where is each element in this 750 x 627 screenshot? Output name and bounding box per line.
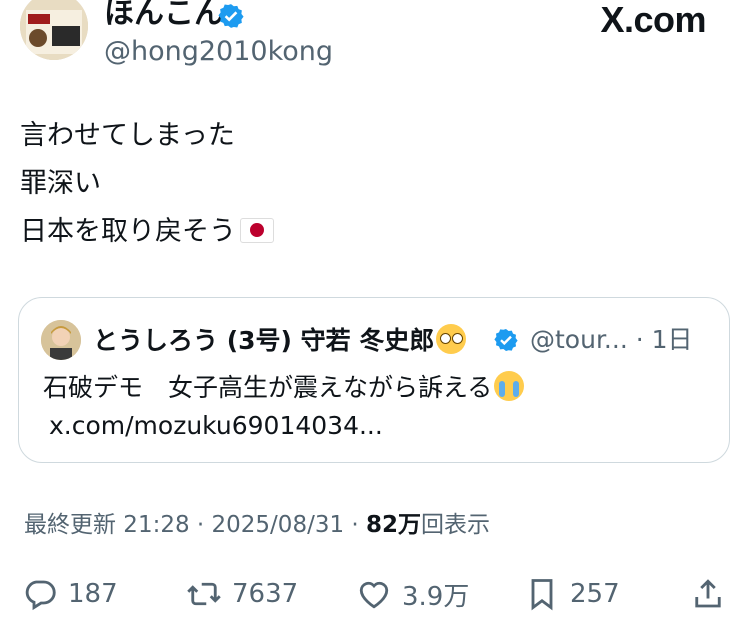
timestamp[interactable]: 最終更新 21:28 · 2025/08/31 · (24, 512, 366, 538)
quoted-tweet[interactable]: とうしろう (3号) 守若 冬史郎 @tour... · 1日 石破デモ 女子高… (18, 297, 730, 463)
x-com-logo: X.com (600, 0, 706, 40)
book-cover-avatar-image (20, 0, 88, 60)
quote-author-name[interactable]: とうしろう (3号) 守若 冬史郎 (93, 326, 434, 355)
repost-count: 7637 (232, 579, 299, 609)
x-logo-icon: X (600, 0, 624, 40)
loudly-crying-face-icon (494, 371, 525, 401)
heart-icon (359, 581, 389, 609)
views-label: 回表示 (421, 512, 491, 538)
like-button[interactable]: 3.9万 (356, 572, 469, 616)
quote-verified-badge-icon (494, 329, 518, 351)
like-count: 3.9万 (402, 581, 470, 612)
quote-author-name-line[interactable]: とうしろう (3号) 守若 冬史郎 (93, 324, 467, 357)
reply-icon (25, 580, 56, 611)
verified-badge-icon (218, 4, 244, 28)
bookmark-icon (531, 579, 553, 611)
author-avatar[interactable] (20, 0, 88, 60)
reply-count: 187 (68, 579, 118, 609)
quote-avatar-image (41, 320, 81, 360)
tweet-meta: 最終更新 21:28 · 2025/08/31 · 82万回表示 (24, 510, 490, 540)
views-count: 82万 (366, 512, 422, 538)
face-with-rolling-eyes-icon (436, 324, 467, 354)
action-bar: 187 7637 3.9万 257 (0, 572, 750, 616)
bookmark-button[interactable]: 257 (524, 572, 620, 616)
tweet-line: 日本を取り戻そう (20, 208, 274, 256)
share-button[interactable] (690, 572, 736, 616)
tweet-line: 罪深い (20, 168, 101, 199)
author-display-name[interactable]: ほんこん (104, 0, 224, 32)
repost-icon (187, 582, 221, 606)
quote-author-avatar[interactable] (41, 320, 81, 360)
quote-handle-time[interactable]: @tour... · 1日 (530, 324, 693, 356)
share-icon (695, 579, 721, 608)
repost-button[interactable]: 7637 (186, 572, 298, 616)
quote-link[interactable]: x.com/mozuku69014034... (49, 408, 383, 444)
tweet-text: 言わせてしまった 罪深い 日本を取り戻そう (20, 112, 274, 256)
author-handle[interactable]: @hong2010kong (104, 36, 333, 68)
japan-flag-icon (240, 218, 274, 243)
quote-text-line: 石破デモ 女子高生が震えながら訴える (43, 370, 525, 406)
tweet-line-text: 日本を取り戻そう (20, 216, 236, 247)
quote-text: 石破デモ 女子高生が震えながら訴える (43, 373, 493, 402)
reply-button[interactable]: 187 (22, 572, 118, 616)
bookmark-count: 257 (570, 579, 620, 609)
tweet-line: 言わせてしまった (20, 120, 235, 151)
logo-text: .com (623, 0, 707, 40)
